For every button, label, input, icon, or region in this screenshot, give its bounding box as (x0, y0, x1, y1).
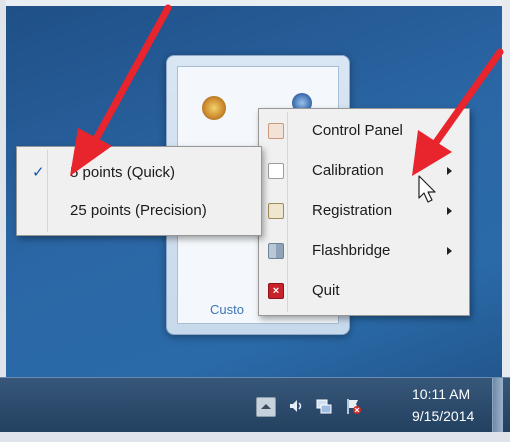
submenu-item-5-points[interactable]: ✓ 5 points (Quick) (20, 155, 258, 191)
menu-item-control-panel[interactable]: Control Panel (262, 112, 466, 150)
clock-time[interactable]: 10:11 AM (412, 386, 470, 402)
quit-icon: × (268, 283, 284, 299)
volume-icon[interactable] (287, 397, 305, 415)
control-panel-icon (268, 123, 284, 139)
registration-icon (268, 203, 284, 219)
menu-item-label: Control Panel (312, 122, 403, 139)
submenu-item-label: 25 points (Precision) (70, 202, 207, 219)
monitor-bezel-top (0, 0, 510, 6)
submenu-arrow-icon (447, 247, 452, 255)
submenu-item-25-points[interactable]: 25 points (Precision) (20, 193, 258, 229)
calibration-icon (268, 163, 284, 179)
calibration-submenu: ✓ 5 points (Quick) 25 points (Precision) (16, 146, 262, 236)
submenu-item-label: 5 points (Quick) (70, 164, 176, 181)
submenu-arrow-icon (447, 207, 452, 215)
customize-link[interactable]: Custo (210, 302, 244, 317)
clock-date[interactable]: 9/15/2014 (412, 408, 474, 424)
mouse-pointer-icon (418, 175, 436, 203)
submenu-arrow-icon (447, 167, 452, 175)
taskbar: 10:11 AM 9/15/2014 (0, 377, 510, 433)
menu-item-flashbridge[interactable]: Flashbridge (262, 232, 466, 270)
chevron-up-icon (261, 404, 271, 409)
monitor-bezel-bottom (0, 432, 510, 442)
menu-item-quit[interactable]: × Quit (262, 272, 466, 310)
menu-item-label: Flashbridge (312, 242, 391, 259)
monitor-bezel-left (0, 0, 6, 442)
action-center-flag-icon[interactable] (344, 397, 362, 415)
flashbridge-icon (268, 243, 284, 259)
menu-item-label: Calibration (312, 162, 384, 179)
checkmark-icon: ✓ (32, 164, 45, 181)
menu-item-label: Quit (312, 282, 340, 299)
monitor-bezel-right (502, 0, 510, 442)
show-desktop-button[interactable] (492, 378, 503, 433)
network-icon[interactable] (315, 397, 333, 415)
tablet-app-tray-icon[interactable] (202, 96, 226, 120)
tray-context-menu: Control Panel Calibration Registration F… (258, 108, 470, 316)
show-hidden-icons-button[interactable] (256, 397, 276, 417)
menu-item-label: Registration (312, 202, 393, 219)
